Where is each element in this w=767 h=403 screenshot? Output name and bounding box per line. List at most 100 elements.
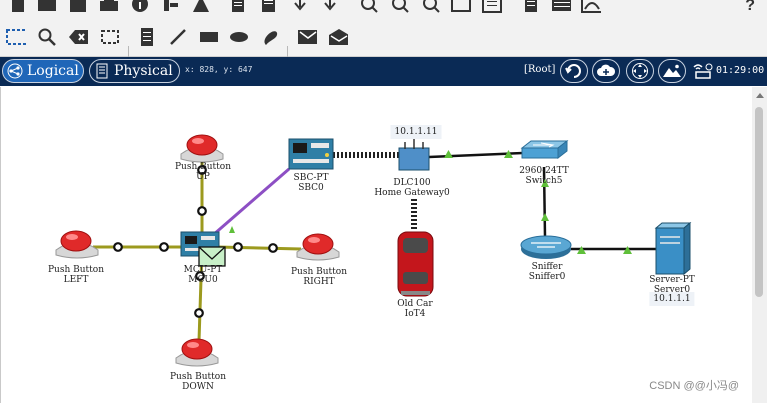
device-type-label: Server-PT (649, 275, 695, 285)
viewport-icon (693, 63, 713, 79)
device-type-label: Push Button (48, 265, 104, 275)
line-icon[interactable] (168, 27, 188, 47)
delete-icon[interactable] (68, 27, 88, 47)
note-tool-icon[interactable] (137, 27, 157, 47)
device-name-label: RIGHT (303, 277, 335, 287)
rectangle-tool-icon[interactable] (199, 27, 219, 47)
watermark: CSDN @@小冯@ (649, 380, 739, 392)
ellipse-icon[interactable] (229, 27, 249, 47)
tab-physical-label: Physical (114, 63, 173, 79)
device-name-label: UP (196, 172, 210, 182)
link-status-up (444, 150, 453, 158)
freeform-icon[interactable] (260, 27, 280, 47)
print-icon[interactable] (99, 0, 119, 14)
logical-icon (7, 63, 23, 79)
logical-workspace[interactable]: Push Button UP Push Button LEFT Push But… (0, 87, 753, 403)
rectangle-icon[interactable] (451, 0, 471, 14)
move-icon (632, 63, 648, 79)
port-dot (159, 242, 169, 252)
device-name-label: SBC0 (298, 183, 324, 193)
port-dot (197, 206, 207, 216)
pdu-icon[interactable] (581, 0, 601, 14)
home-gateway-icon (398, 139, 430, 171)
device-type-label: Old Car (397, 299, 433, 309)
note-icon[interactable] (521, 0, 541, 14)
tab-logical-label: Logical (27, 63, 79, 79)
cloud-icon (597, 64, 616, 76)
custom-device-icon[interactable] (551, 0, 571, 14)
select-icon[interactable] (6, 27, 26, 47)
warning-icon[interactable] (191, 0, 211, 14)
set-background-button[interactable] (658, 59, 686, 83)
pdu-envelope-icon (198, 246, 226, 267)
device-name-label: Sniffer0 (528, 272, 566, 282)
port-dot (194, 308, 204, 318)
move-object-button[interactable] (626, 59, 654, 83)
device-name-label: Switch5 (525, 176, 563, 186)
device-label-button-up: Push Button UP (175, 162, 231, 182)
inspect-icon[interactable] (37, 27, 57, 47)
device-name-label: DOWN (182, 382, 214, 392)
link-status-up (229, 226, 235, 233)
port-dot (268, 243, 278, 253)
device-type-label: 2960-24TT (519, 166, 569, 176)
paste-icon[interactable] (259, 0, 279, 14)
vertical-scrollbar[interactable] (752, 87, 767, 403)
network-icon[interactable] (160, 0, 180, 14)
device-label-button-right: Push Button RIGHT (291, 267, 347, 287)
help-icon[interactable]: ? (745, 0, 755, 15)
zoom-out-icon[interactable] (421, 0, 441, 14)
device-name-label: MCU0 (188, 275, 218, 285)
scroll-up-arrow-icon[interactable] (756, 93, 764, 98)
sniffer-icon (520, 235, 572, 259)
device-name-label: Home Gateway0 (374, 188, 450, 198)
drawing-toolbar (0, 19, 767, 68)
palette-icon[interactable] (482, 0, 502, 14)
open-icon[interactable] (37, 0, 57, 14)
device-label-switch: 2960-24TT Switch5 (519, 166, 569, 186)
switch-icon (520, 139, 569, 160)
link-status-up (541, 213, 549, 221)
resize-icon[interactable] (100, 27, 120, 47)
push-button-left-icon (55, 230, 99, 259)
new-cluster-button[interactable] (592, 59, 620, 83)
save-icon[interactable] (68, 0, 88, 14)
device-label-gateway: DLC100 Home Gateway0 (374, 178, 449, 198)
copy-icon[interactable] (229, 0, 249, 14)
sbc-board-icon (288, 138, 334, 170)
simulation-clock: 01:29:00 (716, 65, 765, 76)
ip-label-server: 10.1.1.1 (649, 292, 695, 306)
topology-drawing (55, 134, 692, 367)
device-label-sbc: SBC-PT SBC0 (294, 173, 329, 193)
undo-icon[interactable] (290, 0, 310, 14)
tab-physical[interactable]: Physical (89, 59, 180, 83)
link-right-mcu (216, 245, 302, 251)
push-button-down-icon (175, 338, 219, 367)
zoom-reset-icon[interactable] (390, 0, 410, 14)
complex-pdu-icon[interactable] (328, 27, 348, 47)
back-button[interactable] (560, 59, 588, 83)
viewport-button[interactable] (690, 59, 716, 83)
simple-pdu-icon[interactable] (297, 27, 317, 47)
server-icon (654, 221, 692, 276)
scrollbar-thumb[interactable] (755, 107, 763, 297)
physical-icon (96, 63, 108, 79)
device-label-mcu: MCU-PT MCU0 (184, 265, 223, 285)
landscape-icon (663, 64, 681, 77)
port-dot (233, 242, 243, 252)
info-icon[interactable] (130, 0, 150, 14)
ip-label-gateway: 10.1.1.11 (390, 125, 442, 139)
zoom-in-icon[interactable] (359, 0, 379, 14)
root-breadcrumb[interactable]: [Root] (524, 64, 555, 75)
new-file-icon[interactable] (8, 0, 28, 14)
device-label-button-down: Push Button DOWN (170, 372, 226, 392)
device-type-label: Sniffer (531, 262, 563, 272)
device-name-label: IoT4 (404, 309, 426, 319)
device-label-button-left: Push Button LEFT (48, 265, 104, 285)
device-type-label: Push Button (291, 267, 347, 277)
tab-logical[interactable]: Logical (2, 59, 84, 83)
old-car-icon (397, 231, 434, 297)
device-type-label: SBC-PT (293, 173, 329, 183)
device-label-sniffer: Sniffer Sniffer0 (529, 262, 566, 282)
redo-icon[interactable] (320, 0, 340, 14)
